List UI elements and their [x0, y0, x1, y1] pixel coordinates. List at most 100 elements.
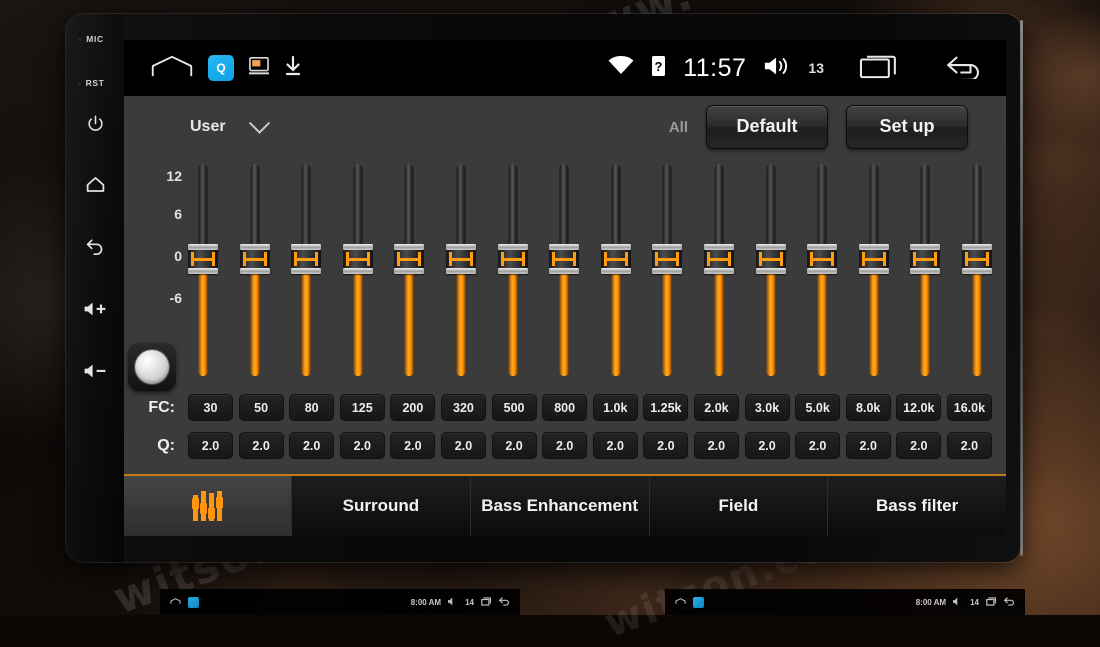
thumb-bar-bottom	[394, 268, 424, 274]
fc-cell[interactable]: 125	[340, 394, 385, 421]
slider-thumb[interactable]	[549, 244, 579, 274]
slider-thumb[interactable]	[188, 244, 218, 274]
fc-cell[interactable]: 50	[239, 394, 284, 421]
tab-surround[interactable]: Surround	[292, 476, 471, 536]
q-cell[interactable]: 2.0	[390, 432, 435, 459]
slider-thumb[interactable]	[704, 244, 734, 274]
q-cell[interactable]: 2.0	[289, 432, 334, 459]
screencast-icon[interactable]	[248, 56, 270, 81]
band-slider-8.0k[interactable]	[859, 158, 889, 390]
slider-thumb[interactable]	[859, 244, 889, 274]
slider-thumb[interactable]	[807, 244, 837, 274]
tab-bass-enhancement[interactable]: Bass Enhancement	[471, 476, 650, 536]
tab-field[interactable]: Field	[650, 476, 829, 536]
fc-cell[interactable]: 200	[390, 394, 435, 421]
balance-knob[interactable]	[128, 343, 176, 391]
back-arrow-icon[interactable]	[944, 53, 984, 84]
slider-thumb[interactable]	[601, 244, 631, 274]
slider-thumb[interactable]	[756, 244, 786, 274]
default-button[interactable]: Default	[706, 105, 828, 149]
slider-track-lower	[508, 272, 517, 376]
fc-cell[interactable]: 12.0k	[896, 394, 941, 421]
q-cell[interactable]: 2.0	[745, 432, 790, 459]
fc-cell[interactable]: 30	[188, 394, 233, 421]
tab-bass-filter[interactable]: Bass filter	[828, 476, 1006, 536]
band-slider-5.0k[interactable]	[807, 158, 837, 390]
thumb-grip-bar	[449, 258, 473, 261]
band-slider-30[interactable]	[188, 158, 218, 390]
band-slider-500[interactable]	[498, 158, 528, 390]
band-slider-1.25k[interactable]	[652, 158, 682, 390]
q-cell[interactable]: 2.0	[188, 432, 233, 459]
slider-thumb[interactable]	[240, 244, 270, 274]
slider-thumb[interactable]	[498, 244, 528, 274]
slider-thumb[interactable]	[394, 244, 424, 274]
thumb-grip-bar	[913, 258, 937, 261]
slider-track-upper	[714, 164, 723, 248]
slider-thumb[interactable]	[446, 244, 476, 274]
q-cell[interactable]: 2.0	[896, 432, 941, 459]
volume-up-icon[interactable]	[83, 301, 107, 317]
slider-track-upper	[405, 164, 414, 248]
home-outline-icon[interactable]	[150, 54, 194, 83]
band-slider-125[interactable]	[343, 158, 373, 390]
band-slider-50[interactable]	[240, 158, 270, 390]
fc-cell[interactable]: 5.0k	[795, 394, 840, 421]
q-cell[interactable]: 2.0	[340, 432, 385, 459]
thumb-grip-bar	[965, 258, 989, 261]
fc-cell[interactable]: 3.0k	[745, 394, 790, 421]
q-cell[interactable]: 2.0	[239, 432, 284, 459]
fc-cell[interactable]: 800	[542, 394, 587, 421]
app-shortcut-icon[interactable]: Q	[208, 55, 234, 81]
equalizer-toolbar: User All Default Set up	[124, 96, 1006, 158]
band-slider-16.0k[interactable]	[962, 158, 992, 390]
thumbnail-volume-level: 14	[465, 598, 474, 607]
back-icon[interactable]	[85, 237, 105, 255]
fc-cell[interactable]: 500	[492, 394, 537, 421]
q-cell[interactable]: 2.0	[947, 432, 992, 459]
fc-cell[interactable]: 16.0k	[947, 394, 992, 421]
band-slider-200[interactable]	[394, 158, 424, 390]
band-slider-3.0k[interactable]	[756, 158, 786, 390]
volume-icon[interactable]	[763, 55, 791, 82]
slider-thumb[interactable]	[652, 244, 682, 274]
back-arrow-icon	[1004, 597, 1015, 608]
band-slider-2.0k[interactable]	[704, 158, 734, 390]
fc-cell[interactable]: 1.25k	[643, 394, 688, 421]
band-slider-12.0k[interactable]	[910, 158, 940, 390]
download-icon[interactable]	[284, 55, 302, 82]
recents-icon	[986, 597, 997, 608]
fc-cell[interactable]: 8.0k	[846, 394, 891, 421]
band-slider-80[interactable]	[291, 158, 321, 390]
q-cell[interactable]: 2.0	[593, 432, 638, 459]
setup-button[interactable]: Set up	[846, 105, 968, 149]
q-cell[interactable]: 2.0	[795, 432, 840, 459]
thumb-bar-bottom	[601, 268, 631, 274]
fc-cell[interactable]: 2.0k	[694, 394, 739, 421]
q-cell[interactable]: 2.0	[441, 432, 486, 459]
q-cell[interactable]: 2.0	[694, 432, 739, 459]
band-slider-800[interactable]	[549, 158, 579, 390]
band-slider-1.0k[interactable]	[601, 158, 631, 390]
tab-equalizer[interactable]	[124, 476, 292, 536]
fc-cell[interactable]: 80	[289, 394, 334, 421]
slider-thumb[interactable]	[343, 244, 373, 274]
slider-thumb[interactable]	[291, 244, 321, 274]
fc-cell[interactable]: 320	[441, 394, 486, 421]
power-icon[interactable]	[86, 114, 105, 133]
fc-cell[interactable]: 1.0k	[593, 394, 638, 421]
recents-icon[interactable]	[859, 53, 901, 84]
thumb-grip-bar	[191, 258, 215, 261]
band-slider-320[interactable]	[446, 158, 476, 390]
slider-thumb[interactable]	[962, 244, 992, 274]
volume-down-icon[interactable]	[83, 363, 107, 379]
home-icon[interactable]	[85, 175, 106, 193]
q-cell[interactable]: 2.0	[846, 432, 891, 459]
thumbnail-statusbar-2: 8:00 AM 14	[665, 589, 1025, 615]
q-row: Q: 2.02.02.02.02.02.02.02.02.02.02.02.02…	[124, 432, 998, 459]
slider-thumb[interactable]	[910, 244, 940, 274]
q-cell[interactable]: 2.0	[492, 432, 537, 459]
q-cell[interactable]: 2.0	[542, 432, 587, 459]
preset-selector[interactable]: User	[190, 118, 267, 136]
q-cell[interactable]: 2.0	[643, 432, 688, 459]
